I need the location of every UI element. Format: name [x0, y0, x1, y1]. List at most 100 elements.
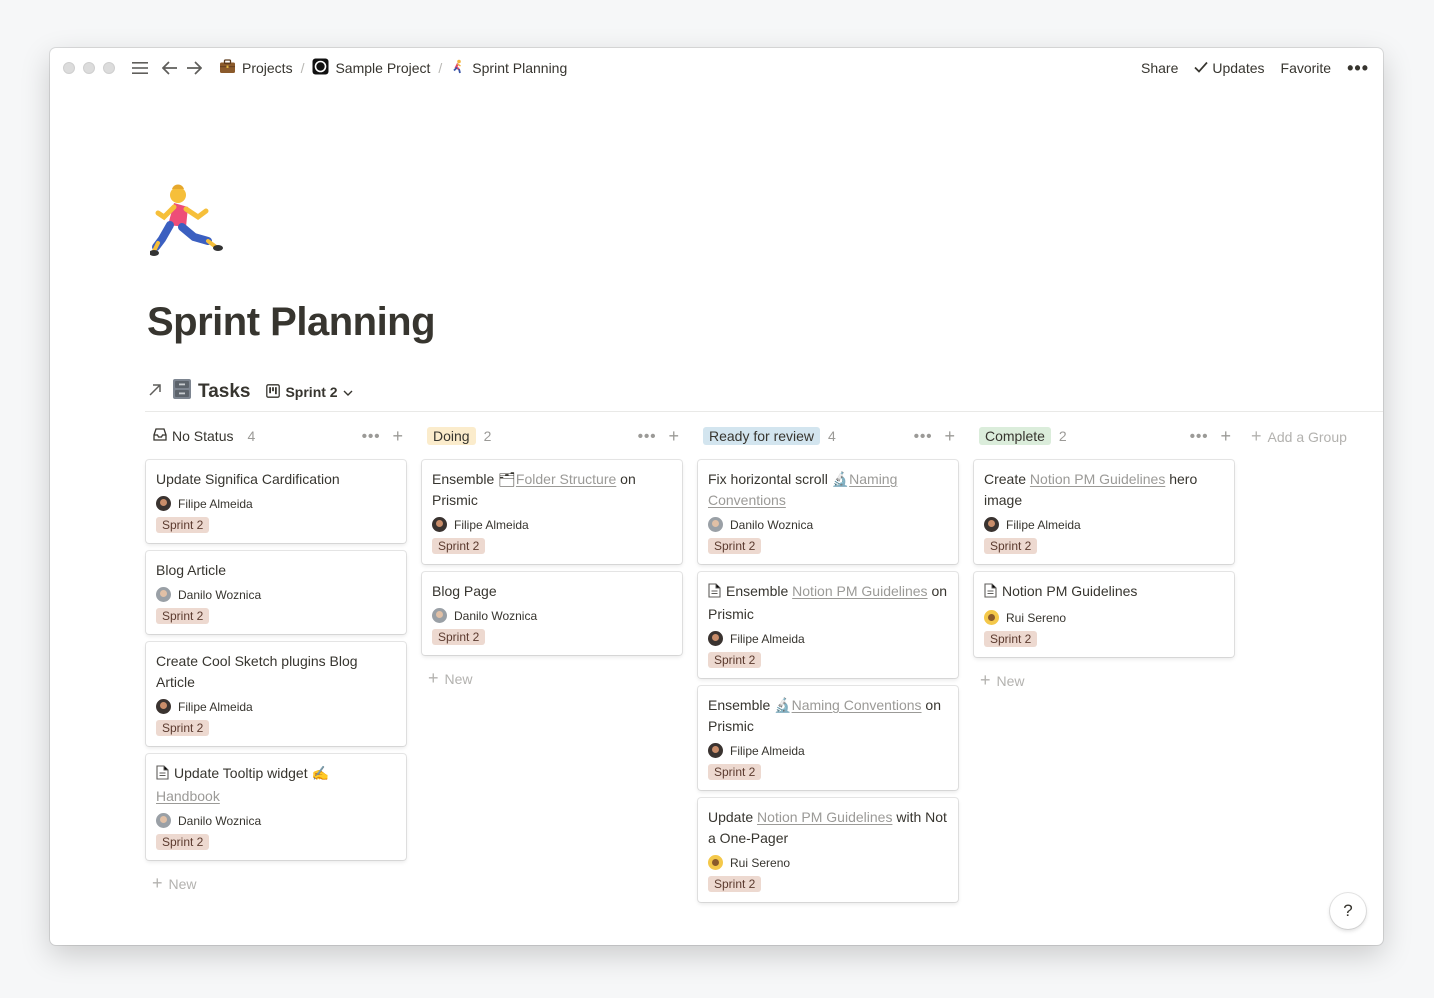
favorite-button[interactable]: Favorite	[1281, 58, 1332, 78]
avatar	[708, 855, 723, 870]
column-actions: ••• +	[362, 426, 403, 447]
avatar	[156, 587, 171, 602]
document-icon	[708, 583, 721, 604]
avatar	[984, 517, 999, 532]
plus-icon[interactable]: +	[392, 426, 403, 447]
forward-arrow-icon[interactable]	[183, 57, 205, 79]
page-link[interactable]: Naming Conventions	[792, 697, 922, 713]
sprint-tag: Sprint 2	[156, 834, 210, 850]
task-card[interactable]: Update Tooltip widget ✍️ Handbook Danilo…	[146, 754, 406, 860]
divider	[145, 411, 1383, 412]
avatar	[432, 517, 447, 532]
column-doing: Doing 2 ••• + Ensemble 🗂Folder Structure…	[421, 425, 683, 910]
more-options-icon[interactable]: •••	[914, 428, 933, 445]
column-no-status: No Status 4 ••• + Update Significa Cardi…	[145, 425, 407, 910]
sprint-tag: Sprint 2	[708, 764, 762, 780]
column-complete: Complete 2 ••• + Create Notion PM Guidel…	[973, 425, 1235, 910]
column-label[interactable]: Complete	[979, 427, 1051, 445]
card-assignee: Filipe Almeida	[708, 631, 948, 646]
column-actions: ••• +	[1190, 426, 1231, 447]
database-title[interactable]: Tasks	[172, 378, 250, 406]
updates-button[interactable]: Updates	[1194, 58, 1265, 78]
page-title[interactable]: Sprint Planning	[147, 300, 436, 345]
runner-icon	[450, 59, 466, 78]
more-options-icon[interactable]: •••	[1347, 56, 1369, 81]
task-card[interactable]: Update Notion PM Guidelines with Not a O…	[698, 798, 958, 902]
close-window-button[interactable]	[63, 62, 75, 74]
card-title: Create Cool Sketch plugins Blog Article	[156, 653, 358, 690]
card-assignee: Rui Sereno	[984, 610, 1224, 625]
page-link[interactable]: Notion PM Guidelines	[1030, 471, 1165, 487]
column-label[interactable]: No Status	[145, 427, 239, 445]
share-button[interactable]: Share	[1141, 58, 1178, 78]
more-options-icon[interactable]: •••	[1190, 428, 1209, 445]
sprint-tag: Sprint 2	[156, 608, 210, 624]
task-card[interactable]: Create Cool Sketch plugins Blog Article …	[146, 642, 406, 746]
breadcrumb-label: Sample Project	[335, 60, 431, 76]
new-card-button[interactable]: + New	[421, 663, 683, 694]
chevron-down-icon	[343, 384, 353, 400]
sprint-tag: Sprint 2	[708, 538, 762, 554]
column-label[interactable]: Doing	[427, 427, 476, 445]
plus-icon: +	[1251, 426, 1262, 446]
column-label-text: No Status	[172, 428, 234, 444]
add-group-button[interactable]: + Add a Group	[1251, 426, 1369, 447]
task-card[interactable]: Blog Page Danilo Woznica Sprint 2	[422, 572, 682, 655]
column-label-text: Complete	[985, 428, 1045, 444]
task-card[interactable]: Ensemble 🗂Folder Structure on Prismic Fi…	[422, 460, 682, 564]
breadcrumb-label: Sprint Planning	[472, 60, 568, 76]
page-link[interactable]: Folder Structure	[516, 471, 616, 487]
open-as-page-arrow-icon[interactable]	[148, 383, 164, 402]
page-link[interactable]: Notion PM Guidelines	[757, 809, 892, 825]
page-emoji-icon[interactable]	[149, 181, 226, 261]
task-card[interactable]: Notion PM Guidelines Rui Sereno Sprint 2	[974, 572, 1234, 657]
breadcrumb-projects[interactable]: Projects	[215, 57, 297, 79]
page-link[interactable]: Notion PM Guidelines	[792, 583, 927, 599]
plus-icon[interactable]: +	[668, 426, 679, 447]
plus-icon: +	[152, 873, 163, 893]
new-card-button[interactable]: + New	[145, 868, 407, 899]
more-options-icon[interactable]: •••	[638, 428, 657, 445]
task-card[interactable]: Create Notion PM Guidelines hero image F…	[974, 460, 1234, 564]
column-count: 2	[1058, 428, 1067, 444]
back-arrow-icon[interactable]	[159, 57, 181, 79]
card-title: Update Tooltip widget ✍️ Handbook	[156, 765, 329, 804]
task-card[interactable]: Ensemble 🔬Naming Conventions on Prismic …	[698, 686, 958, 790]
more-options-icon[interactable]: •••	[362, 428, 381, 445]
task-card[interactable]: Blog Article Danilo Woznica Sprint 2	[146, 551, 406, 634]
new-card-button[interactable]: + New	[973, 665, 1235, 696]
plus-icon[interactable]: +	[944, 426, 955, 447]
card-title: Create Notion PM Guidelines hero image	[984, 471, 1198, 508]
avatar	[432, 608, 447, 623]
column-count: 4	[247, 428, 256, 444]
minimize-window-button[interactable]	[83, 62, 95, 74]
task-card[interactable]: Update Significa Cardification Filipe Al…	[146, 460, 406, 543]
database-title-label: Tasks	[198, 381, 251, 402]
avatar	[156, 813, 171, 828]
column-count: 4	[828, 428, 836, 444]
maximize-window-button[interactable]	[103, 62, 115, 74]
view-selector[interactable]: Sprint 2	[266, 383, 353, 401]
checkmark-icon	[1194, 60, 1208, 76]
column-header: Doing 2 ••• +	[421, 425, 683, 447]
plus-icon[interactable]: +	[1220, 426, 1231, 447]
column-actions: ••• +	[914, 426, 955, 447]
column-header: Ready for review 4 ••• +	[697, 425, 959, 447]
card-title: Fix horizontal scroll 🔬Naming Convention…	[708, 471, 898, 508]
card-assignee: Filipe Almeida	[432, 517, 672, 532]
task-card[interactable]: Fix horizontal scroll 🔬Naming Convention…	[698, 460, 958, 564]
top-actions: Share Updates Favorite •••	[1141, 56, 1369, 81]
menu-icon[interactable]	[129, 57, 151, 79]
column-label[interactable]: Ready for review	[703, 427, 821, 445]
breadcrumb-sprint-planning[interactable]: Sprint Planning	[446, 57, 571, 80]
breadcrumb-sample-project[interactable]: Sample Project	[308, 56, 434, 80]
card-assignee: Danilo Woznica	[432, 608, 672, 623]
column-label-text: Ready for review	[709, 428, 815, 444]
task-card[interactable]: Ensemble Notion PM Guidelines on Prismic…	[698, 572, 958, 678]
help-button[interactable]: ?	[1330, 893, 1366, 929]
card-title: Blog Page	[432, 583, 497, 599]
document-icon	[156, 765, 169, 786]
page-link[interactable]: Handbook	[156, 788, 220, 804]
column-count: 2	[483, 428, 492, 444]
briefcase-icon	[219, 59, 236, 77]
